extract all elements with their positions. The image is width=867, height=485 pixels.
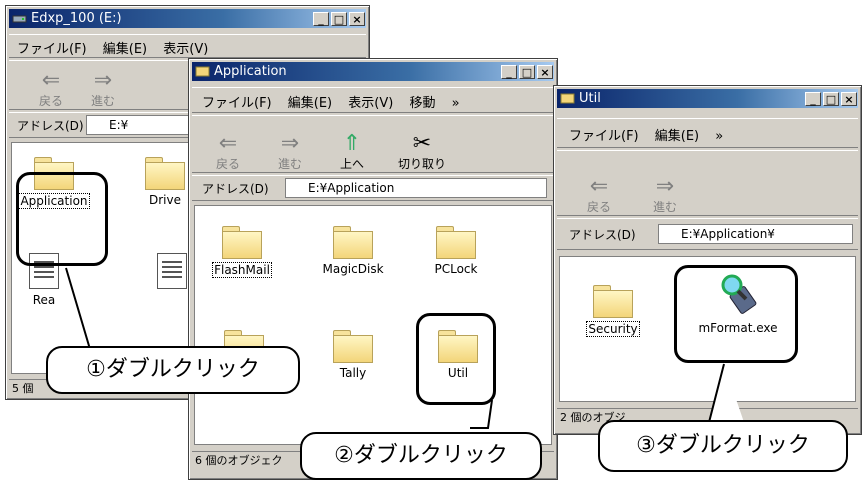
- callout-step1: ①ダブルクリック: [46, 346, 300, 394]
- callout-step2: ②ダブルクリック: [300, 432, 542, 480]
- callout-pointers: [65, 267, 748, 435]
- callout-step3: ③ダブルクリック: [598, 420, 848, 472]
